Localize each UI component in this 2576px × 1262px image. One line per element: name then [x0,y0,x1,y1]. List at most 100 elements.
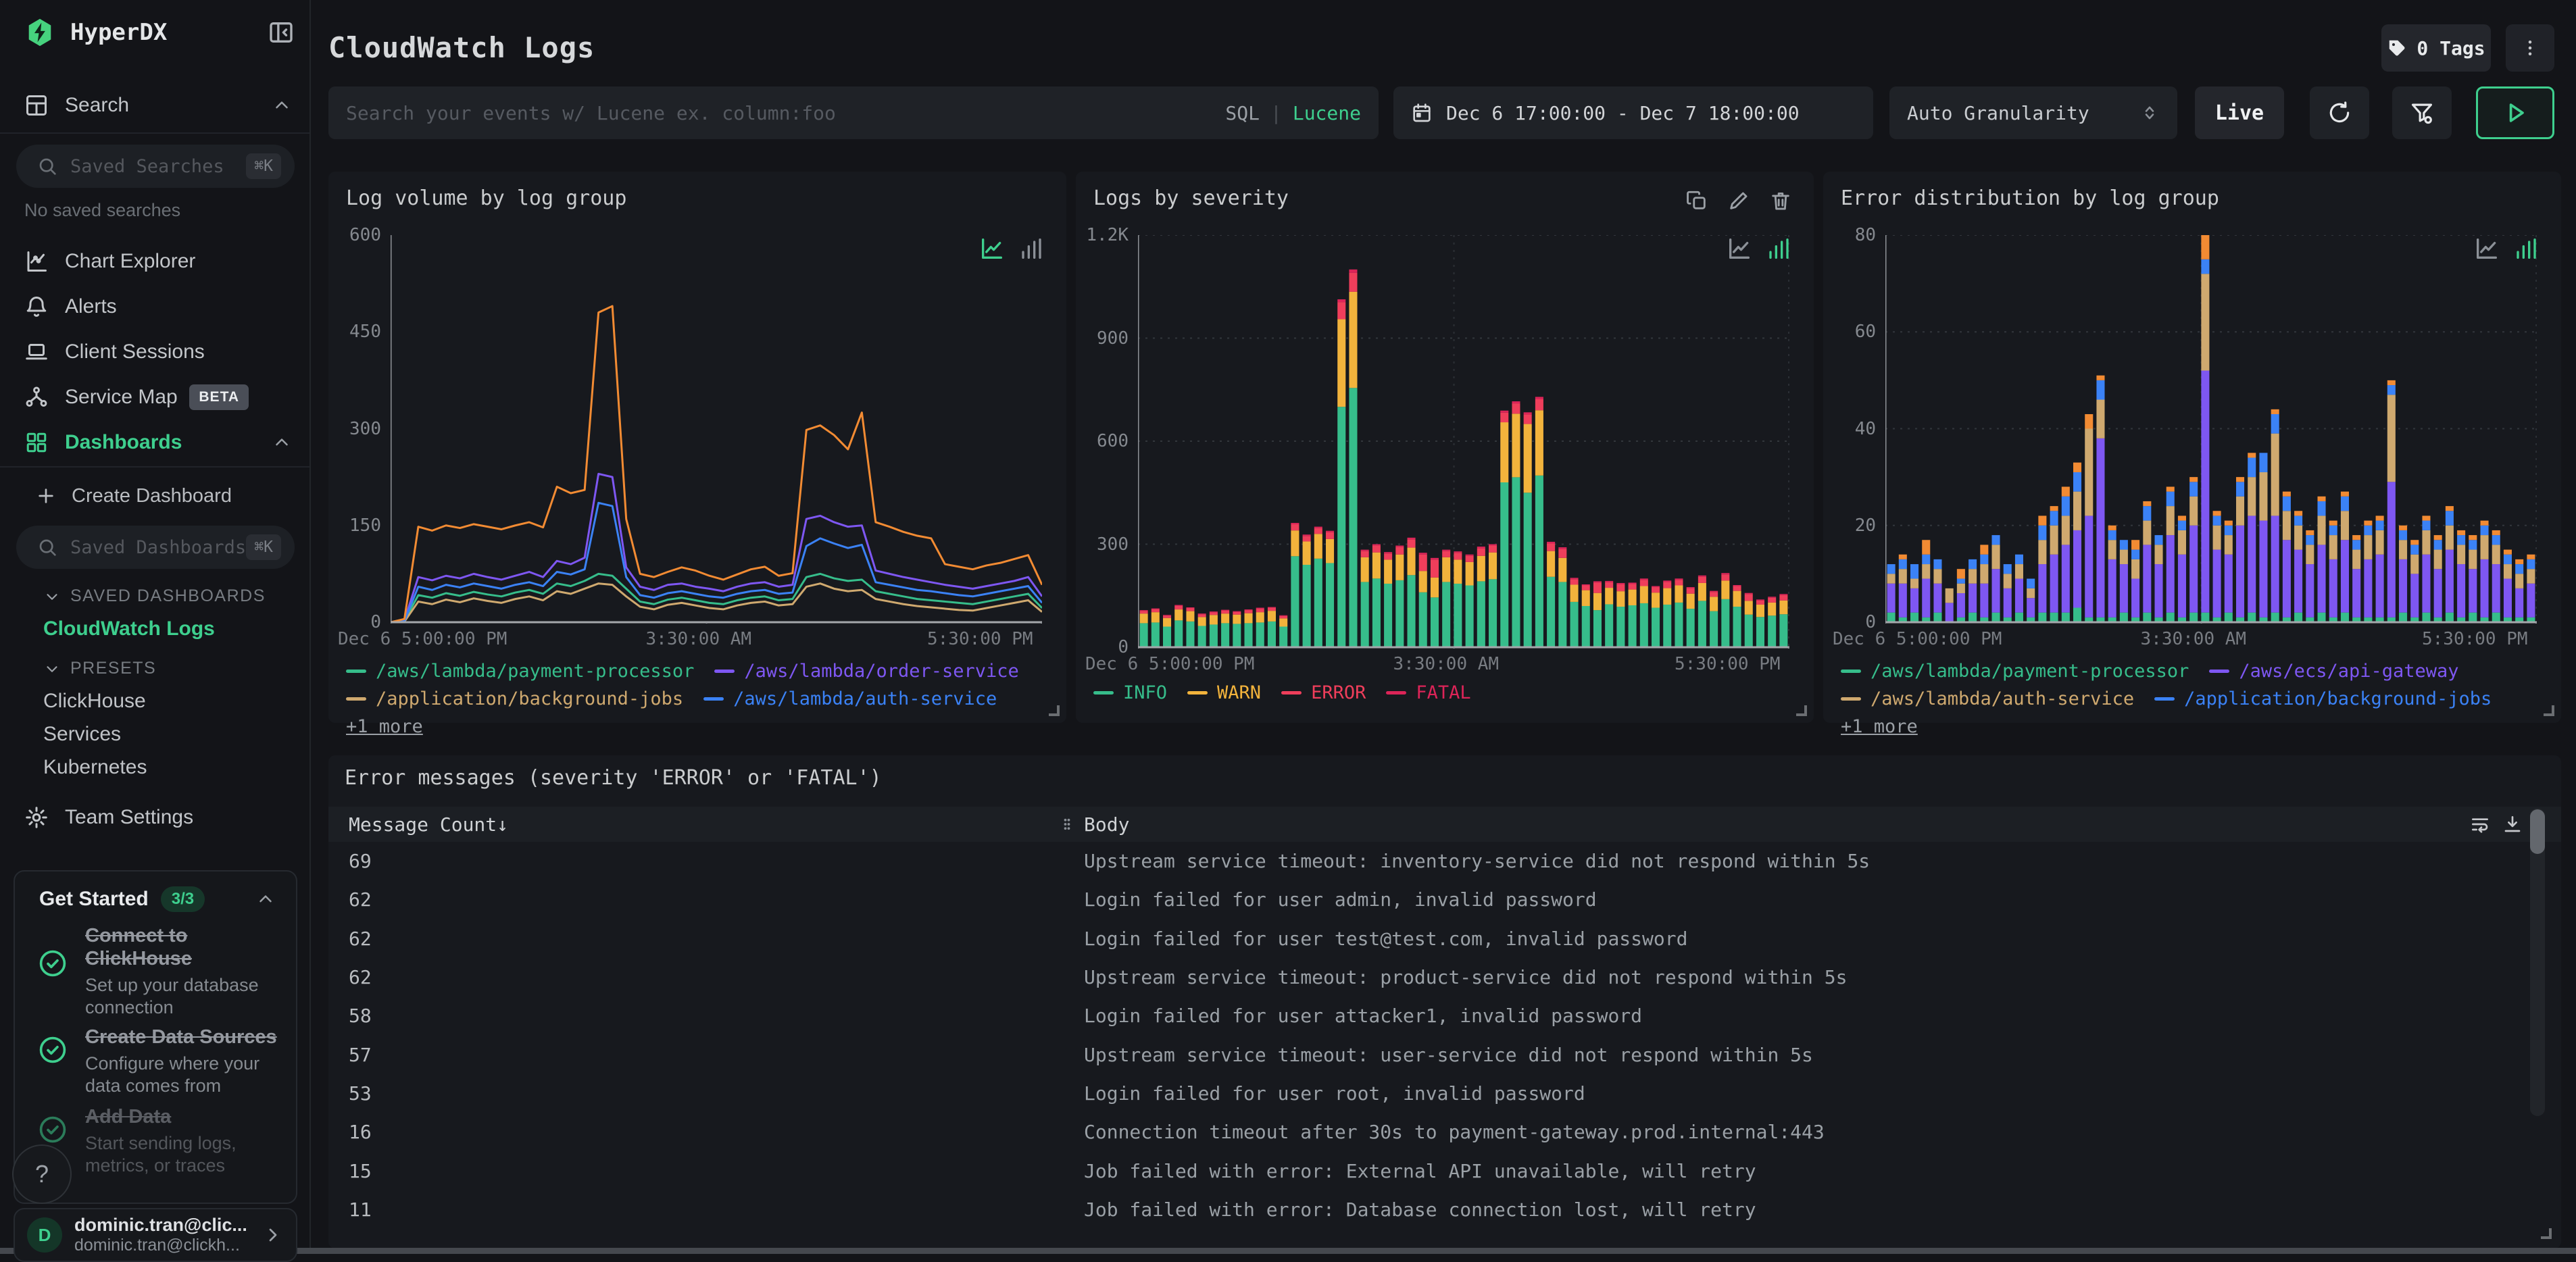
live-button[interactable]: Live [2195,86,2284,139]
table-title: Error messages (severity 'ERROR' or 'FAT… [345,766,882,790]
column-header-count[interactable]: Message Count↓ [349,813,508,836]
dashboard-link-cloudwatch-logs[interactable]: CloudWatch Logs [43,617,215,640]
chart-legend: /aws/lambda/payment-processor/aws/lambda… [346,661,1053,737]
legend-item[interactable]: /aws/lambda/order-service [714,661,1019,682]
user-name: dominic.tran@clic... [74,1215,247,1235]
legend-item[interactable]: /application/background-jobs [2154,688,2492,709]
chevron-up-icon[interactable] [255,889,276,909]
sidebar-item-client-sessions[interactable]: Client Sessions [0,334,311,370]
dashboard-link-kubernetes[interactable]: Kubernetes [43,756,147,779]
section-header[interactable]: SAVED DASHBOARDS [43,586,266,606]
collapse-sidebar-icon[interactable] [268,19,295,46]
row-body: Upstream service timeout: user-service d… [1084,1043,1813,1066]
row-count: 11 [349,1198,372,1221]
saved-dashboards-input[interactable]: Saved Dashboards ⌘K [16,526,295,569]
plot-area [1885,235,2537,624]
wrap-text-icon[interactable] [2469,813,2491,835]
event-search-input[interactable]: Search your events w/ Lucene ex. column:… [328,86,1379,139]
sidebar-item-search[interactable]: Search [0,88,311,123]
line-chart-toggle-icon[interactable] [1726,235,1753,262]
get-started-item-desc: Set up your database connection [85,975,259,1017]
download-icon[interactable] [2502,813,2523,835]
y-axis-label: 20 [1854,515,1876,536]
row-count: 62 [349,966,372,989]
brand-name: HyperDX [70,19,168,46]
table-row[interactable]: 53 Login failed for user root, invalid p… [328,1074,2531,1113]
legend-item[interactable]: /aws/lambda/auth-service [1841,688,2134,709]
legend-item[interactable]: /aws/ecs/api-gateway [2209,661,2459,682]
table-row[interactable]: 57 Upstream service timeout: user-servic… [328,1036,2531,1074]
refresh-button[interactable] [2310,86,2369,139]
legend-more[interactable]: +1 more [346,716,423,737]
table-row[interactable]: 62 Upstream service timeout: product-ser… [328,958,2531,996]
sidebar-item-label: Alerts [65,295,117,318]
legend-item[interactable]: WARN [1187,682,1261,703]
row-body: Login failed for user attacker1, invalid… [1084,1005,1643,1028]
table-row[interactable]: 16 Connection timeout after 30s to payme… [328,1113,2531,1151]
create-dashboard-button[interactable]: Create Dashboard [0,481,311,511]
network-icon [24,385,49,409]
sidebar-item-dashboards[interactable]: Dashboards [0,424,311,461]
chart-explorer-icon [24,249,49,274]
help-button[interactable]: ? [12,1144,72,1204]
legend-item[interactable]: ERROR [1281,682,1366,703]
legend-item[interactable]: /aws/lambda/auth-service [703,688,997,709]
table-row[interactable]: 15 Job failed with error: External API u… [328,1152,2531,1190]
dashboard-link-clickhouse[interactable]: ClickHouse [43,690,146,713]
table-row[interactable]: 69 Upstream service timeout: inventory-s… [328,842,2531,880]
row-count: 57 [349,1043,372,1066]
scrollbar-thumb[interactable] [2530,809,2545,854]
dashboard-link-services[interactable]: Services [43,723,121,746]
date-range-picker[interactable]: Dec 6 17:00:00 - Dec 7 18:00:00 [1393,86,1873,139]
vertical-scrollbar[interactable] [2530,808,2545,1116]
more-menu-button[interactable] [2506,24,2554,72]
bar-chart-toggle-icon[interactable] [2511,235,2538,262]
sidebar-item-alerts[interactable]: Alerts [0,288,311,325]
granularity-select[interactable]: Auto Granularity [1889,86,2177,139]
duplicate-icon[interactable] [1685,189,1708,212]
search-page-icon [24,93,49,118]
section-header[interactable]: PRESETS [43,659,156,678]
filter-button[interactable] [2392,86,2452,139]
legend-item[interactable]: FATAL [1386,682,1471,703]
legend-item[interactable]: /aws/lambda/payment-processor [1841,661,2189,682]
line-chart-toggle-icon[interactable] [2473,235,2500,262]
delete-icon[interactable] [1769,189,1792,212]
table-row[interactable]: 11 Job failed with error: Database conne… [328,1190,2531,1229]
column-header-body[interactable]: Body [1060,813,1129,836]
sidebar-item-service-map[interactable]: Service Map BETA [0,379,311,415]
get-started-item-desc: Start sending logs, metrics, or traces [85,1133,237,1176]
legend-item[interactable]: /aws/lambda/payment-processor [346,661,694,682]
date-range-value: Dec 6 17:00:00 - Dec 7 18:00:00 [1446,101,1800,124]
bar-chart-toggle-icon[interactable] [1764,235,1791,262]
legend-more[interactable]: +1 more [1841,716,1918,737]
legend-label: ERROR [1311,682,1366,703]
resize-handle[interactable] [1796,705,1807,716]
run-query-button[interactable] [2476,86,2554,139]
legend-item[interactable]: /application/background-jobs [346,688,683,709]
sidebar-item-chart-explorer[interactable]: Chart Explorer [0,243,311,280]
line-chart-toggle-icon[interactable] [979,235,1006,262]
table-row[interactable]: 62 Login failed for user admin, invalid … [328,880,2531,919]
sidebar-item-team-settings[interactable]: Team Settings [0,800,311,835]
sql-toggle[interactable]: SQL [1225,102,1260,124]
horizontal-scrollbar[interactable] [0,1248,2576,1254]
lucene-toggle[interactable]: Lucene [1293,102,1361,124]
plus-icon [35,485,57,507]
edit-icon[interactable] [1727,189,1750,212]
drag-handle-icon[interactable] [1060,814,1074,834]
table-row[interactable]: 58 Login failed for user attacker1, inva… [328,996,2531,1035]
get-started-header[interactable]: Get Started 3/3 [39,886,276,912]
legend-item[interactable]: INFO [1093,682,1167,703]
saved-searches-input[interactable]: Saved Searches ⌘K [16,145,295,188]
resize-handle[interactable] [2541,1228,2552,1239]
row-body: Job failed with error: External API unav… [1084,1159,1756,1182]
tags-button[interactable]: 0 Tags [2381,24,2491,72]
chevron-up-icon[interactable] [272,95,292,116]
table-header: Message Count↓ Body [328,807,2561,842]
legend-label: /aws/lambda/auth-service [1871,688,2135,709]
live-label: Live [2214,101,2264,125]
user-menu[interactable]: D dominic.tran@clic... dominic.tran@clic… [14,1208,297,1262]
table-row[interactable]: 62 Login failed for user test@test.com, … [328,919,2531,958]
bar-chart-toggle-icon[interactable] [1016,235,1043,262]
